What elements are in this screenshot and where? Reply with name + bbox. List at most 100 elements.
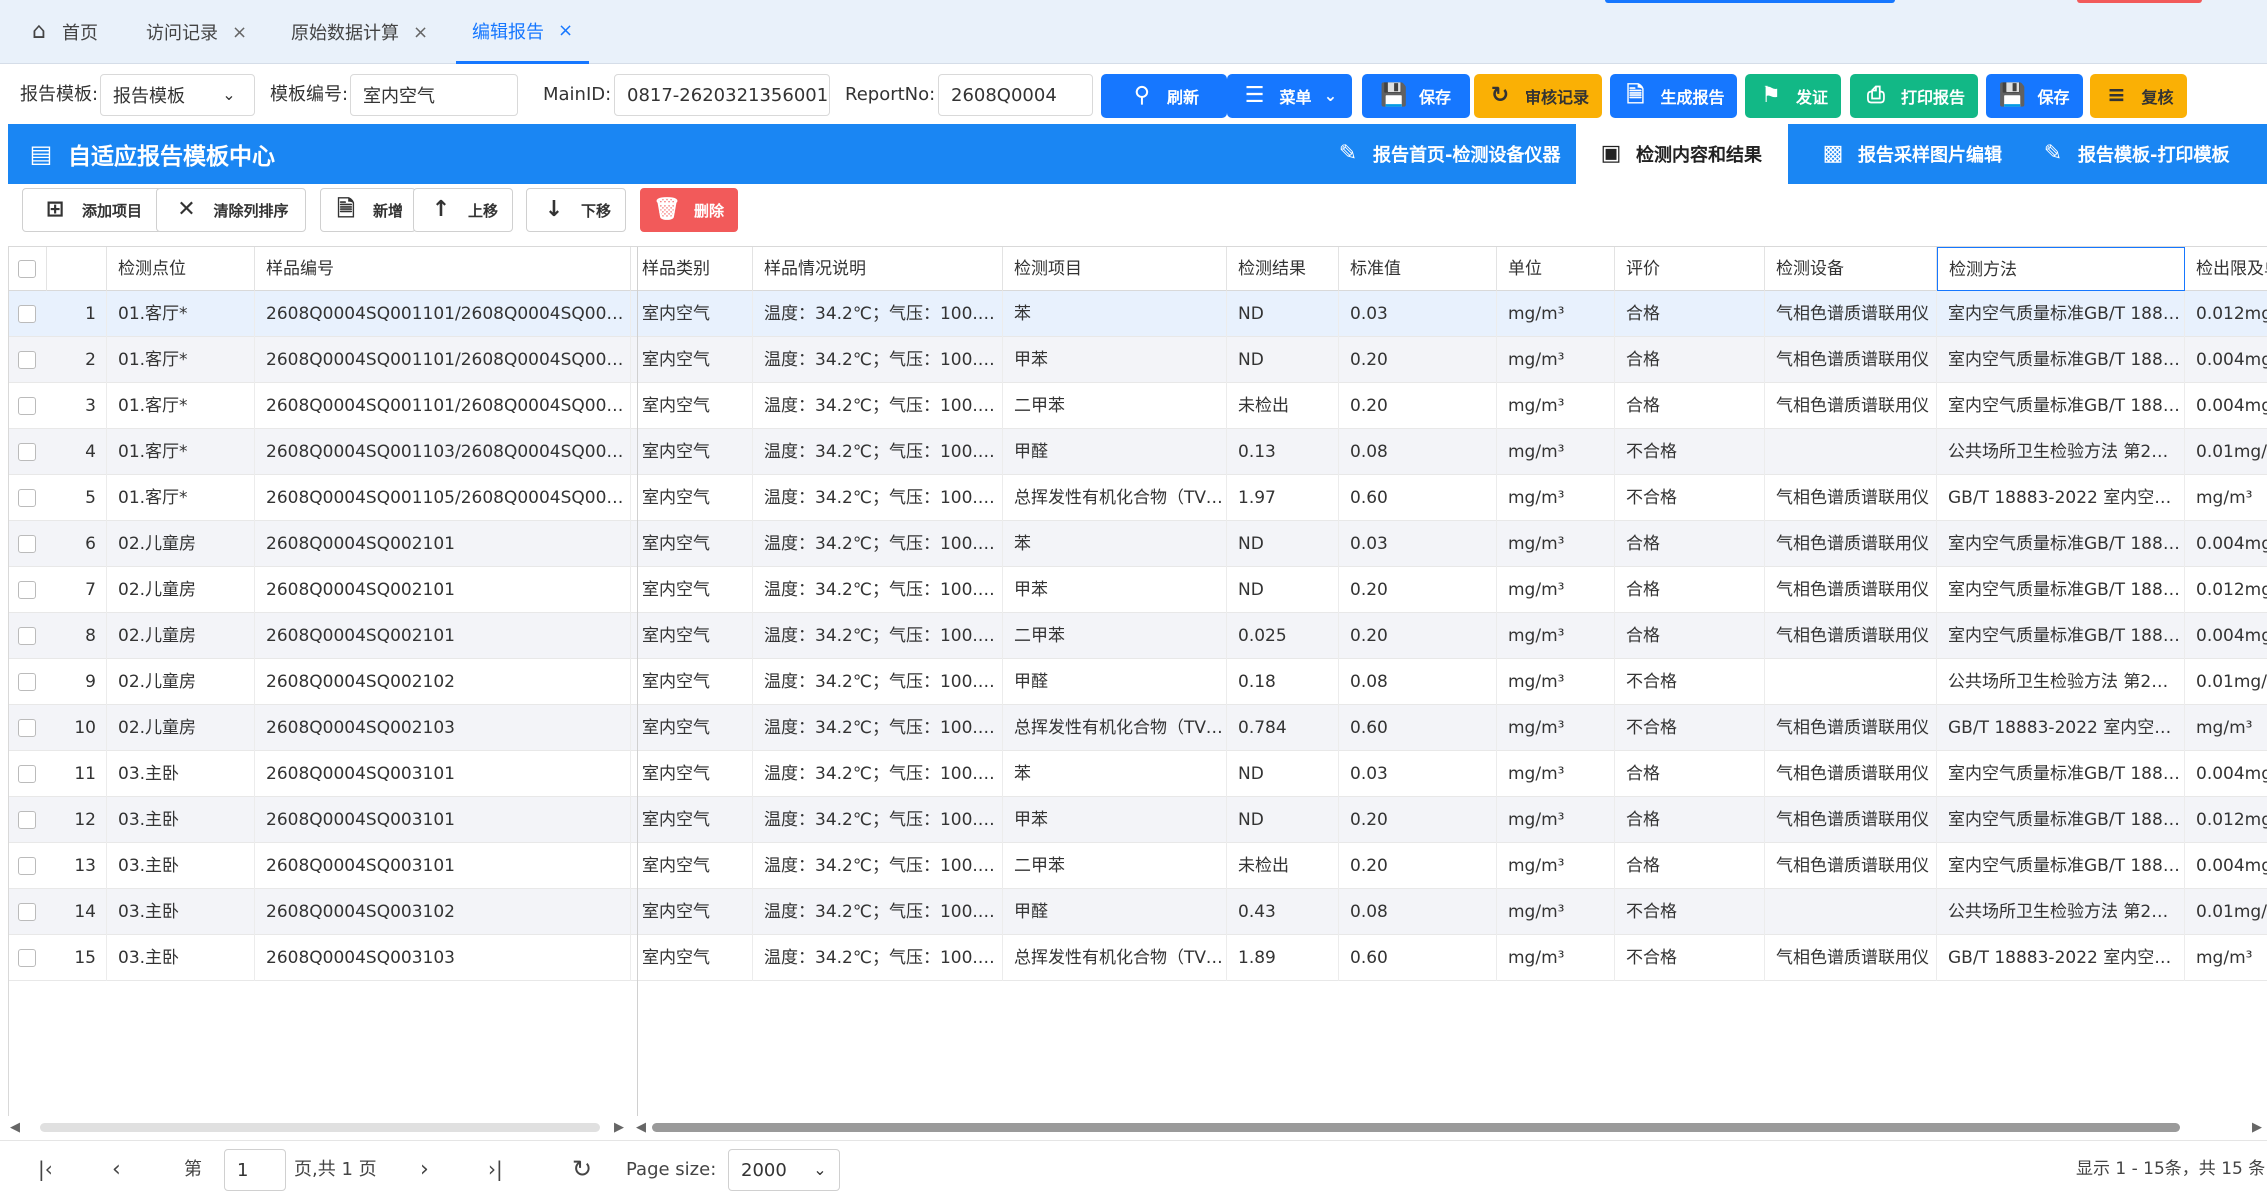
- reportno-input[interactable]: 2608Q0004: [938, 74, 1093, 116]
- table-row[interactable]: 12 03.主卧 2608Q0004SQ003101 室内空气 温度：34.2℃；气压：…: [9, 797, 2267, 843]
- cell-method[interactable]: 公共场所卫生检验方法 第2部分: [1937, 429, 2185, 475]
- cell-equipment[interactable]: 气相色谱质谱联用仪: [1765, 935, 1937, 981]
- col-header-category[interactable]: 样品类别: [631, 247, 753, 291]
- cell-sample-desc[interactable]: 温度：34.2℃；气压：100.10kPa: [753, 843, 1003, 889]
- cell-evaluation[interactable]: 合格: [1615, 797, 1765, 843]
- cell-unit[interactable]: mg/m³: [1497, 521, 1615, 567]
- cell-sample-desc[interactable]: 温度：34.2℃；气压：100.10kPa: [753, 889, 1003, 935]
- cell-equipment[interactable]: 气相色谱质谱联用仪: [1765, 613, 1937, 659]
- cell-detect-limit[interactable]: mg/m³: [2185, 705, 2267, 751]
- cell-sample-no[interactable]: 2608Q0004SQ003101: [255, 843, 631, 889]
- template-code-input[interactable]: 室内空气: [350, 74, 518, 116]
- cell-standard[interactable]: 0.20: [1339, 613, 1497, 659]
- cell-result[interactable]: ND: [1227, 521, 1339, 567]
- cell-evaluation[interactable]: 不合格: [1615, 935, 1765, 981]
- cell-result[interactable]: ND: [1227, 337, 1339, 383]
- cell-detect-limit[interactable]: 0.012mg/m³: [2185, 797, 2267, 843]
- cell-evaluation[interactable]: 合格: [1615, 291, 1765, 337]
- cell-evaluation[interactable]: 合格: [1615, 843, 1765, 889]
- cell-result[interactable]: 0.43: [1227, 889, 1339, 935]
- cell-sample-desc[interactable]: 温度：34.2℃；气压：100.10kPa: [753, 383, 1003, 429]
- cell-detect-limit[interactable]: 0.004mg/m³: [2185, 521, 2267, 567]
- cell-sample-no[interactable]: 2608Q0004SQ001101/2608Q0004SQ001102: [255, 337, 631, 383]
- cell-evaluation[interactable]: 合格: [1615, 521, 1765, 567]
- cell-category[interactable]: 室内空气: [631, 383, 753, 429]
- cell-unit[interactable]: mg/m³: [1497, 567, 1615, 613]
- cell-detect-limit[interactable]: 0.004mg/m³: [2185, 843, 2267, 889]
- cell-method[interactable]: 公共场所卫生检验方法 第2部分: [1937, 659, 2185, 705]
- add-item-button[interactable]: ⊞ 添加项目: [22, 188, 162, 232]
- cell-item[interactable]: 苯: [1003, 751, 1227, 797]
- tab-visit-records[interactable]: 访问记录 ×: [146, 0, 247, 64]
- close-icon[interactable]: ×: [232, 22, 247, 43]
- scroll-right-icon[interactable]: ▶: [2252, 1120, 2262, 1135]
- scroll-thumb[interactable]: [652, 1123, 2180, 1132]
- cell-sample-desc[interactable]: 温度：34.2℃；气压：100.10kPa: [753, 337, 1003, 383]
- scroll-left-icon[interactable]: ◀: [636, 1120, 646, 1135]
- cell-method[interactable]: GB/T 18883-2022 室内空气质量标准: [1937, 705, 2185, 751]
- cell-detect-limit[interactable]: 0.012mg/m³: [2185, 291, 2267, 337]
- cell-equipment[interactable]: 气相色谱质谱联用仪: [1765, 843, 1937, 889]
- cell-item[interactable]: 二甲苯: [1003, 843, 1227, 889]
- print-report-button[interactable]: ⎙ 打印报告: [1850, 74, 1978, 118]
- row-checkbox[interactable]: [18, 581, 36, 599]
- tab-edit-report[interactable]: 编辑报告 ×: [456, 0, 590, 64]
- row-checkbox[interactable]: [18, 719, 36, 737]
- scroll-left-icon[interactable]: ◀: [10, 1120, 20, 1135]
- cell-sample-desc[interactable]: 温度：34.2℃；气压：100.10kPa: [753, 797, 1003, 843]
- cell-item[interactable]: 甲苯: [1003, 567, 1227, 613]
- cell-evaluation[interactable]: 不合格: [1615, 475, 1765, 521]
- refresh-icon[interactable]: ↻: [572, 1141, 592, 1197]
- cell-result[interactable]: ND: [1227, 797, 1339, 843]
- col-header-result[interactable]: 检测结果: [1227, 247, 1339, 291]
- cell-category[interactable]: 室内空气: [631, 521, 753, 567]
- cell-sample-no[interactable]: 2608Q0004SQ002102: [255, 659, 631, 705]
- cell-category[interactable]: 室内空气: [631, 659, 753, 705]
- cell-standard[interactable]: 0.60: [1339, 705, 1497, 751]
- cell-method[interactable]: 室内空气质量标准GB/T 18883-2022: [1937, 843, 2185, 889]
- col-header-method[interactable]: 检测方法: [1937, 247, 2185, 291]
- horizontal-scrollbar[interactable]: ◀ ▶ ◀ ▶: [0, 1118, 2267, 1138]
- cell-detect-limit[interactable]: mg/m³: [2185, 935, 2267, 981]
- cell-standard[interactable]: 0.08: [1339, 659, 1497, 705]
- cell-unit[interactable]: mg/m³: [1497, 659, 1615, 705]
- cell-evaluation[interactable]: 合格: [1615, 383, 1765, 429]
- cell-unit[interactable]: mg/m³: [1497, 935, 1615, 981]
- cell-result[interactable]: 0.784: [1227, 705, 1339, 751]
- cell-item[interactable]: 甲醛: [1003, 429, 1227, 475]
- cell-result[interactable]: 0.18: [1227, 659, 1339, 705]
- cell-sample-no[interactable]: 2608Q0004SQ002101: [255, 613, 631, 659]
- cell-item[interactable]: 甲醛: [1003, 889, 1227, 935]
- cell-detect-limit[interactable]: 0.012mg/m³: [2185, 567, 2267, 613]
- cell-category[interactable]: 室内空气: [631, 935, 753, 981]
- cell-sample-desc[interactable]: 温度：34.2℃；气压：100.10kPa: [753, 751, 1003, 797]
- cell-equipment[interactable]: 气相色谱质谱联用仪: [1765, 521, 1937, 567]
- col-header-point[interactable]: 检测点位: [107, 247, 255, 291]
- cell-equipment[interactable]: 气相色谱质谱联用仪: [1765, 291, 1937, 337]
- cell-result[interactable]: 1.89: [1227, 935, 1339, 981]
- table-row[interactable]: 8 02.儿童房 2608Q0004SQ002101 室内空气 温度：34.2℃；气压：…: [9, 613, 2267, 659]
- table-row[interactable]: 2 01.客厅* 2608Q0004SQ001101/2608Q0004SQ0011…: [9, 337, 2267, 383]
- cell-sample-no[interactable]: 2608Q0004SQ003102: [255, 889, 631, 935]
- col-header-sample-desc[interactable]: 样品情况说明: [753, 247, 1003, 291]
- cell-evaluation[interactable]: 合格: [1615, 567, 1765, 613]
- cell-result[interactable]: 未检出: [1227, 843, 1339, 889]
- cell-standard[interactable]: 0.20: [1339, 337, 1497, 383]
- cell-standard[interactable]: 0.20: [1339, 567, 1497, 613]
- save-button-2[interactable]: 💾 保存: [1986, 74, 2083, 118]
- cell-item[interactable]: 总挥发性有机化合物（TVOC）: [1003, 475, 1227, 521]
- generate-report-button[interactable]: 🗎 生成报告: [1610, 74, 1737, 118]
- cell-method[interactable]: GB/T 18883-2022 室内空气质量标准: [1937, 935, 2185, 981]
- cell-detect-limit[interactable]: 0.004mg/m³: [2185, 337, 2267, 383]
- cell-method[interactable]: 室内空气质量标准GB/T 18883-2022: [1937, 797, 2185, 843]
- row-checkbox[interactable]: [18, 397, 36, 415]
- cell-point[interactable]: 02.儿童房: [107, 613, 255, 659]
- cell-evaluation[interactable]: 不合格: [1615, 705, 1765, 751]
- row-checkbox[interactable]: [18, 765, 36, 783]
- col-header-equipment[interactable]: 检测设备: [1765, 247, 1937, 291]
- cell-unit[interactable]: mg/m³: [1497, 751, 1615, 797]
- table-row[interactable]: 6 02.儿童房 2608Q0004SQ002101 室内空气 温度：34.2℃；气压：…: [9, 521, 2267, 567]
- cell-sample-desc[interactable]: 温度：34.2℃；气压：100.10kPa: [753, 935, 1003, 981]
- cell-point[interactable]: 02.儿童房: [107, 659, 255, 705]
- table-row[interactable]: 4 01.客厅* 2608Q0004SQ001103/2608Q0004SQ0011…: [9, 429, 2267, 475]
